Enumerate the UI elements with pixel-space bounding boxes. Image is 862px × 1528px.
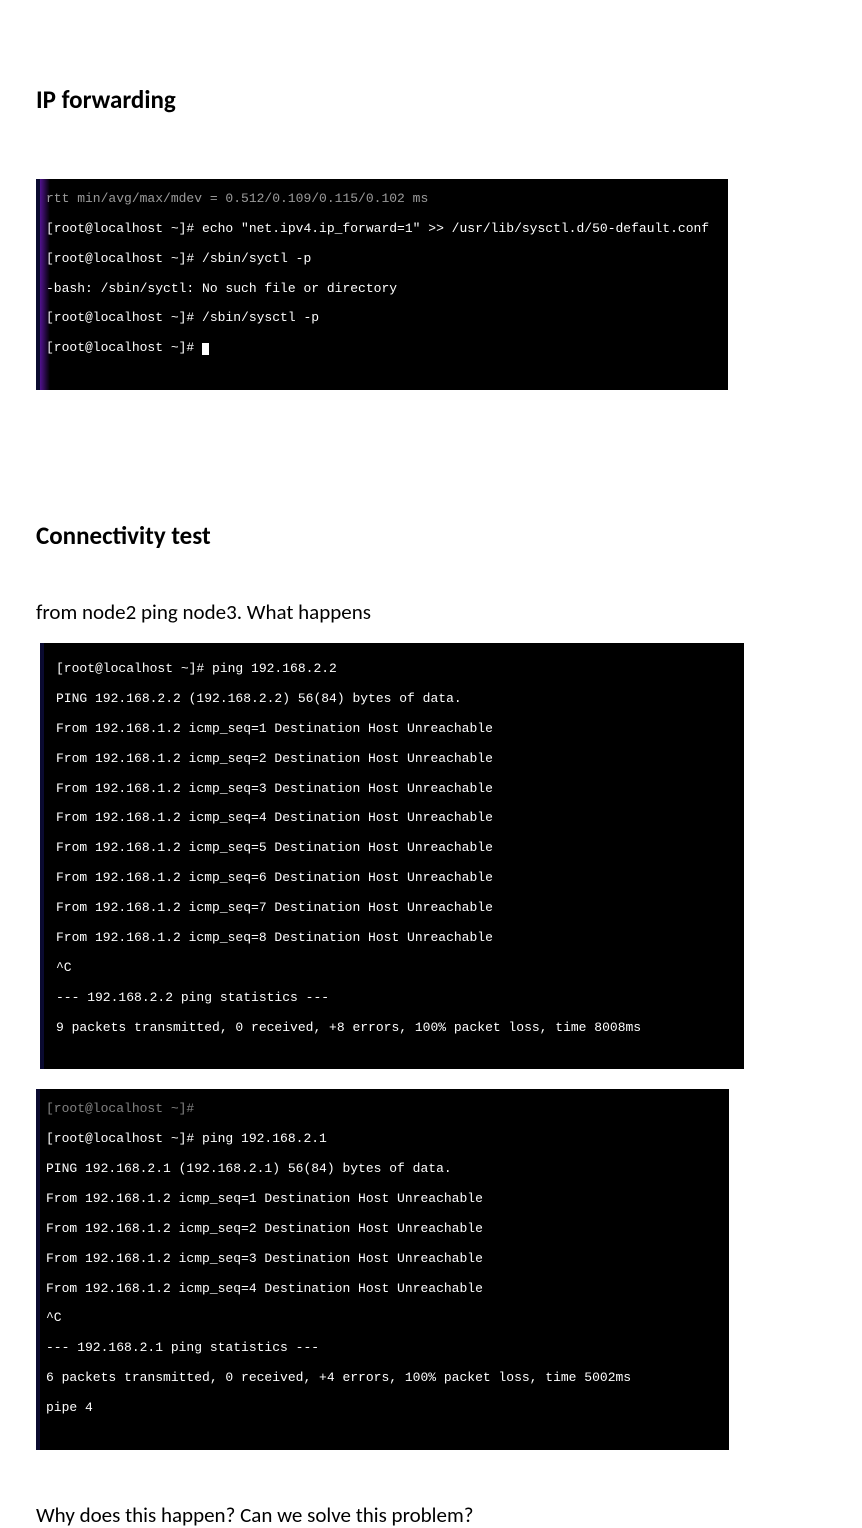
terminal-line: [root@localhost ~]# [46,341,722,356]
terminal-line: From 192.168.1.2 icmp_seq=7 Destination … [56,901,738,916]
terminal-line: [root@localhost ~]# ping 192.168.2.1 [46,1132,723,1147]
terminal-line: From 192.168.1.2 icmp_seq=4 Destination … [46,1282,723,1297]
terminal-line: From 192.168.1.2 icmp_seq=8 Destination … [56,931,738,946]
terminal-screenshot-ping-node3: [root@localhost ~]# ping 192.168.2.2 PIN… [40,643,744,1069]
terminal-line: From 192.168.1.2 icmp_seq=2 Destination … [56,752,738,767]
terminal-line: PING 192.168.2.1 (192.168.2.1) 56(84) by… [46,1162,723,1177]
terminal-line: pipe 4 [46,1401,723,1416]
terminal-line: From 192.168.1.2 icmp_seq=5 Destination … [56,841,738,856]
terminal-line: 6 packets transmitted, 0 received, +4 er… [46,1371,723,1386]
terminal-line: From 192.168.1.2 icmp_seq=3 Destination … [56,782,738,797]
terminal-line: [root@localhost ~]# echo "net.ipv4.ip_fo… [46,222,722,237]
terminal-line: From 192.168.1.2 icmp_seq=3 Destination … [46,1252,723,1267]
terminal-line: [root@localhost ~]# [46,1102,723,1117]
paragraph-why-question: Why does this happen? Can we solve this … [36,1502,826,1528]
terminal-line: [root@localhost ~]# /sbin/syctl -p [46,252,722,267]
terminal-line: 9 packets transmitted, 0 received, +8 er… [56,1021,738,1036]
document-page: IP forwarding rtt min/avg/max/mdev = 0.5… [0,0,862,1528]
terminal-line: -bash: /sbin/syctl: No such file or dire… [46,282,722,297]
terminal-line: ^C [56,961,738,976]
paragraph-ping-question: from node2 ping node3. What happens [36,599,826,625]
terminal-prompt: [root@localhost ~]# [46,340,202,355]
terminal-line: --- 192.168.2.2 ping statistics --- [56,991,738,1006]
section-heading-ip-forwarding: IP forwarding [36,84,826,115]
terminal-line: From 192.168.1.2 icmp_seq=1 Destination … [56,722,738,737]
terminal-line: ^C [46,1311,723,1326]
terminal-line: From 192.168.1.2 icmp_seq=6 Destination … [56,871,738,886]
terminal-line: [root@localhost ~]# /sbin/sysctl -p [46,311,722,326]
terminal-line: PING 192.168.2.2 (192.168.2.2) 56(84) by… [56,692,738,707]
terminal-line: From 192.168.1.2 icmp_seq=4 Destination … [56,811,738,826]
cursor-icon [202,343,209,355]
terminal-screenshot-ip-forwarding: rtt min/avg/max/mdev = 0.512/0.109/0.115… [36,179,728,390]
terminal-line: [root@localhost ~]# ping 192.168.2.2 [56,662,738,677]
terminal-line: --- 192.168.2.1 ping statistics --- [46,1341,723,1356]
terminal-line: rtt min/avg/max/mdev = 0.512/0.109/0.115… [46,192,722,207]
terminal-line: From 192.168.1.2 icmp_seq=2 Destination … [46,1222,723,1237]
section-heading-connectivity-test: Connectivity test [36,520,826,551]
terminal-line: From 192.168.1.2 icmp_seq=1 Destination … [46,1192,723,1207]
terminal-screenshot-ping-gateway: [root@localhost ~]# [root@localhost ~]# … [36,1089,729,1450]
